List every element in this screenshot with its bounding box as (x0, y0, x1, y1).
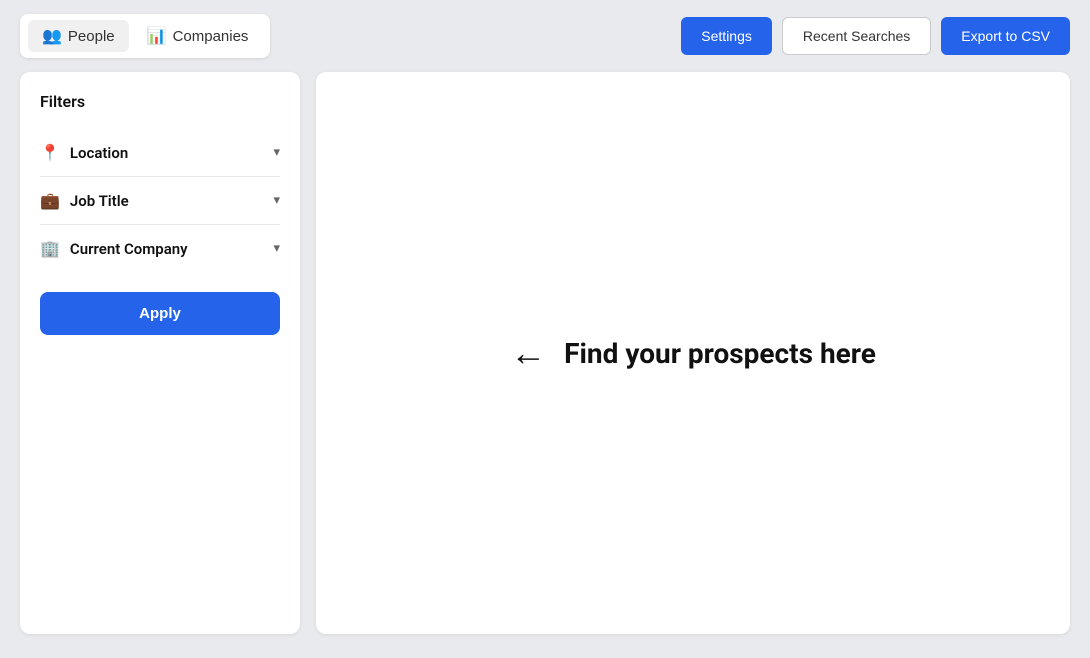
people-icon: 👥 (42, 26, 62, 46)
filters-panel: Filters 📍 Location ▾ 💼 Job Title ▾ 🏢 C (20, 72, 300, 634)
empty-state: ← Find your prospects here (510, 332, 876, 374)
tab-people[interactable]: 👥 People (28, 20, 129, 52)
empty-state-text: Find your prospects here (564, 337, 876, 370)
location-icon: 📍 (40, 143, 60, 162)
filter-current-company-label: Current Company (70, 240, 188, 258)
filter-job-title[interactable]: 💼 Job Title ▾ (40, 177, 280, 225)
location-chevron-icon: ▾ (273, 145, 280, 160)
tab-companies-label: Companies (173, 28, 249, 45)
arrow-left-icon: ← (510, 332, 546, 374)
tab-companies[interactable]: 📊 Companies (133, 20, 263, 52)
results-panel: ← Find your prospects here (316, 72, 1070, 634)
header-actions: Settings Recent Searches Export to CSV (681, 17, 1070, 55)
app-container: 👥 People 📊 Companies Settings Recent Sea… (0, 0, 1090, 654)
companies-icon: 📊 (147, 26, 167, 46)
job-title-icon: 💼 (40, 191, 60, 210)
apply-button[interactable]: Apply (40, 292, 280, 335)
filter-job-title-label: Job Title (70, 192, 129, 210)
settings-button[interactable]: Settings (681, 17, 772, 55)
job-title-chevron-icon: ▾ (273, 193, 280, 208)
header: 👥 People 📊 Companies Settings Recent Sea… (0, 0, 1090, 72)
current-company-icon: 🏢 (40, 239, 60, 258)
export-csv-button[interactable]: Export to CSV (941, 17, 1070, 55)
filter-location-label: Location (70, 144, 128, 162)
main-content: Filters 📍 Location ▾ 💼 Job Title ▾ 🏢 C (0, 72, 1090, 654)
recent-searches-button[interactable]: Recent Searches (782, 17, 931, 55)
filters-title: Filters (40, 92, 280, 111)
filter-location[interactable]: 📍 Location ▾ (40, 129, 280, 177)
filter-current-company[interactable]: 🏢 Current Company ▾ (40, 225, 280, 272)
tab-people-label: People (68, 28, 115, 45)
current-company-chevron-icon: ▾ (273, 241, 280, 256)
tab-group: 👥 People 📊 Companies (20, 14, 270, 58)
